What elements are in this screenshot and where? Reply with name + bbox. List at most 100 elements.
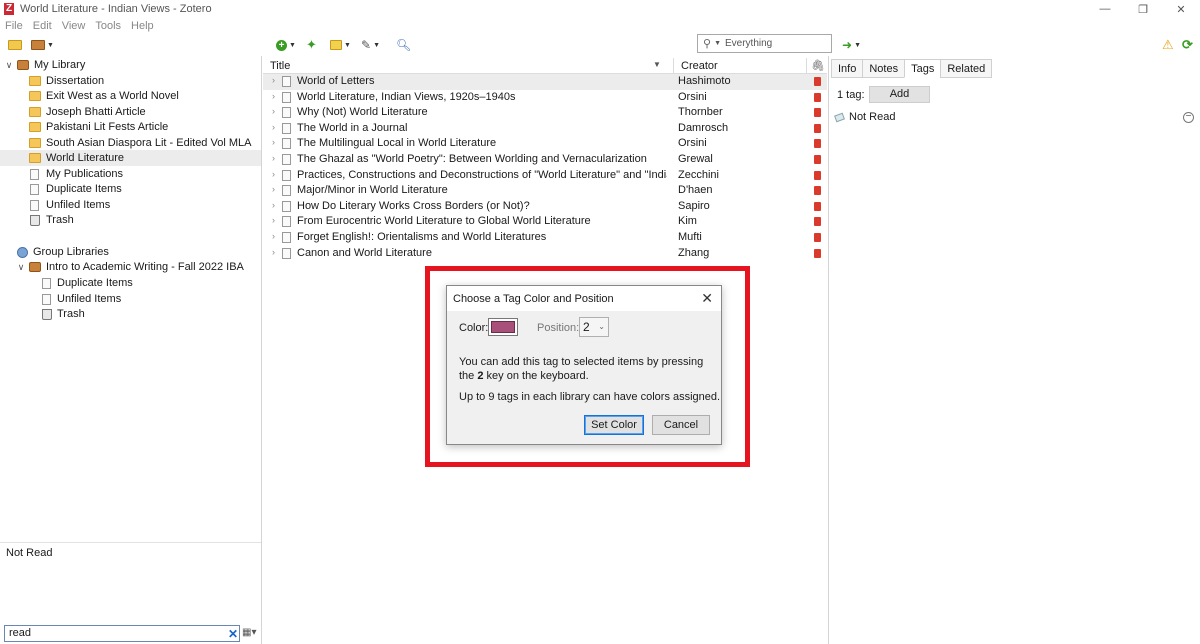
tag-selector-item[interactable]: Not Read [6, 547, 52, 559]
tree-my-library[interactable]: ∨ My Library [0, 57, 261, 73]
minimize-button[interactable]: — [1086, 0, 1124, 18]
twisty-icon[interactable]: › [272, 247, 275, 257]
new-item-button[interactable]: + ▼ [276, 37, 296, 53]
twisty-icon[interactable]: ∨ [4, 60, 14, 71]
tree-collection[interactable]: Pakistani Lit Fests Article [0, 119, 261, 135]
menu-file[interactable]: File [0, 18, 28, 34]
position-select[interactable]: 2 ⌄ [579, 317, 609, 337]
twisty-icon[interactable]: › [272, 153, 275, 163]
add-attachment-button[interactable]: ✎ ▼ [361, 37, 380, 53]
pdf-icon[interactable] [814, 92, 821, 102]
item-row[interactable]: › The World in a Journal Damrosch [263, 121, 827, 137]
pdf-icon[interactable] [814, 170, 821, 180]
tag-row[interactable]: Not Read [834, 111, 895, 123]
twisty-icon[interactable]: › [272, 75, 275, 85]
twisty-icon[interactable]: › [272, 169, 275, 179]
new-note-button[interactable]: ▼ [330, 37, 351, 53]
menu-view[interactable]: View [57, 18, 91, 34]
pdf-icon[interactable] [814, 248, 821, 258]
column-creator-header[interactable]: Creator [681, 60, 718, 72]
tree-duplicate-items[interactable]: Duplicate Items [0, 181, 261, 197]
menu-help[interactable]: Help [126, 18, 159, 34]
item-row[interactable]: › From Eurocentric World Literature to Gl… [263, 214, 827, 230]
maximize-button[interactable]: ❐ [1124, 0, 1162, 18]
column-title-header[interactable]: Title [270, 60, 290, 72]
item-row[interactable]: › The Ghazal as "World Poetry": Between W… [263, 152, 827, 168]
close-button[interactable]: ✕ [1162, 0, 1200, 18]
item-row[interactable]: › The Multilingual Local in World Literat… [263, 136, 827, 152]
item-creator: Zhang [678, 246, 710, 259]
twisty-icon[interactable]: › [272, 184, 275, 194]
menu-tools[interactable]: Tools [90, 18, 126, 34]
column-divider[interactable] [673, 58, 674, 74]
cancel-button[interactable]: Cancel [652, 415, 710, 435]
twisty-icon[interactable]: › [272, 200, 275, 210]
pdf-icon[interactable] [814, 139, 821, 149]
twisty-icon[interactable]: › [272, 106, 275, 116]
new-collection-button[interactable] [8, 37, 22, 53]
twisty-icon[interactable]: ∨ [16, 262, 26, 273]
dialog-message: You can add this tag to selected items b… [459, 355, 715, 383]
twisty-icon[interactable]: › [272, 122, 275, 132]
add-by-identifier-button[interactable]: ✦ [306, 37, 317, 53]
twisty-icon[interactable]: › [272, 91, 275, 101]
pdf-icon[interactable] [814, 123, 821, 133]
attachment-column-icon[interactable]: 🖇︎ [811, 59, 825, 72]
locate-button[interactable]: ➜ ▼ [842, 37, 861, 53]
tree-collection[interactable]: Joseph Bhatti Article [0, 104, 261, 120]
tag-actions-menu-icon[interactable]: ▦▾ [242, 627, 256, 638]
column-divider[interactable] [806, 58, 807, 74]
item-row[interactable]: › World Literature, Indian Views, 1920s–1… [263, 90, 827, 106]
tree-unfiled-items[interactable]: Unfiled Items [0, 197, 261, 213]
tree-group-unfiled-items[interactable]: Unfiled Items [0, 291, 261, 307]
tag-selector: Not Read [0, 542, 261, 632]
pdf-icon[interactable] [814, 217, 821, 227]
clear-filter-icon[interactable]: ✕ [228, 627, 238, 641]
sync-button[interactable]: ⟳ [1182, 37, 1193, 53]
pdf-icon[interactable] [814, 201, 821, 211]
item-row[interactable]: › How Do Literary Works Cross Borders (or… [263, 199, 827, 215]
tree-group[interactable]: ∨ Intro to Academic Writing - Fall 2022 … [0, 259, 261, 275]
menu-edit[interactable]: Edit [28, 18, 57, 34]
pdf-icon[interactable] [814, 233, 821, 242]
twisty-icon[interactable]: › [272, 137, 275, 147]
tree-collection[interactable]: Dissertation [0, 73, 261, 89]
pdf-icon[interactable] [814, 77, 821, 86]
tree-my-publications[interactable]: My Publications [0, 166, 261, 182]
chevron-down-icon[interactable]: ▼ [714, 40, 721, 47]
tree-trash[interactable]: Trash [0, 212, 261, 228]
tab-info[interactable]: Info [831, 59, 863, 78]
remove-tag-button[interactable]: − [1183, 112, 1194, 123]
new-library-button[interactable]: ▼ [31, 37, 54, 53]
dialog-close-icon[interactable]: ✕ [701, 290, 713, 307]
item-row[interactable]: › Practices, Constructions and Deconstruc… [263, 168, 827, 184]
tab-related[interactable]: Related [940, 59, 993, 78]
tree-group-trash[interactable]: Trash [0, 306, 261, 322]
sort-descending-icon[interactable]: ▼ [653, 60, 661, 69]
advanced-search-button[interactable]: 🔍︎ [396, 37, 411, 53]
pdf-icon[interactable] [814, 155, 821, 164]
tree-group-duplicate-items[interactable]: Duplicate Items [0, 275, 261, 291]
item-title: World Literature, Indian Views, 1920s–19… [297, 90, 516, 103]
search-input[interactable]: ⚲ ▼ Everything [697, 34, 832, 53]
warning-button[interactable]: ⚠ [1162, 37, 1174, 53]
pdf-icon[interactable] [814, 108, 821, 118]
tab-notes[interactable]: Notes [862, 59, 905, 78]
set-color-button[interactable]: Set Color [584, 415, 644, 435]
pdf-icon[interactable] [814, 186, 821, 196]
twisty-icon[interactable]: › [272, 231, 275, 241]
item-row[interactable]: › Canon and World Literature Zhang [263, 246, 827, 262]
item-row[interactable]: › Major/Minor in World Literature D'haen [263, 183, 827, 199]
add-tag-button[interactable]: Add [869, 86, 930, 103]
tree-collection[interactable]: South Asian Diaspora Lit - Edited Vol ML… [0, 135, 261, 151]
tree-collection[interactable]: Exit West as a World Novel [0, 88, 261, 104]
tag-filter-input[interactable]: read [4, 625, 240, 642]
item-row[interactable]: › Why (Not) World Literature Thornber [263, 105, 827, 121]
folder-icon [29, 76, 41, 86]
tree-collection-selected[interactable]: World Literature [0, 150, 261, 166]
item-row[interactable]: › World of Letters Hashimoto [263, 74, 827, 90]
color-picker-button[interactable] [488, 318, 518, 336]
item-row[interactable]: › Forget English!: Orientalisms and World… [263, 230, 827, 246]
tab-tags[interactable]: Tags [904, 59, 941, 78]
twisty-icon[interactable]: › [272, 215, 275, 225]
